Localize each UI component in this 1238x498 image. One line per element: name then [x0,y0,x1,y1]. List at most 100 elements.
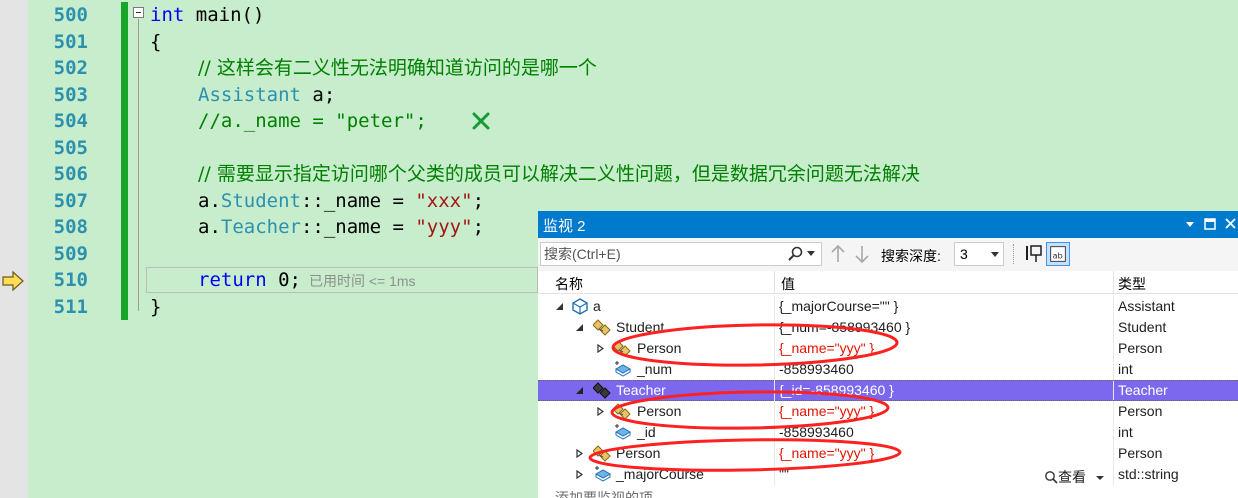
search-depth-label: 搜索深度: [881,248,941,264]
watch-row-type: Person [1118,445,1163,461]
code-text: ; [472,189,485,212]
watch-row-value[interactable]: {_name="yyy" } [779,445,874,461]
search-icon[interactable] [787,246,803,262]
code-text: } [150,295,162,318]
watch-row[interactable]: _id -858993460 int [538,422,1238,443]
watch-row-value[interactable]: {_id=-858993460 } [779,382,894,398]
watch-row-type: Student [1118,319,1167,335]
expand-arrow-icon[interactable] [596,344,605,353]
code-line[interactable]: } [150,294,161,321]
column-header-type[interactable]: 类型 [1118,274,1146,294]
field-icon [614,424,631,440]
watch-row-name: _id [637,424,656,440]
perf-tip[interactable]: 已用时间 <= 1ms [309,273,416,289]
watch-row[interactable]: Person {_name="yyy" } Person [538,338,1238,359]
code-line[interactable]: { [150,29,161,56]
line-number: 505 [53,136,88,159]
magnifier-icon [1045,471,1058,484]
watch-row-type: Person [1118,403,1163,419]
watch-row[interactable]: _majorCourse "" std::string [538,464,1238,485]
pin-icon[interactable] [1023,242,1045,266]
code-line[interactable]: // 需要显示指定访问哪个父类的成员可以解决二义性问题，但是数据冗余问题无法解决 [198,161,920,188]
code-line[interactable]: //a._name = "peter"; [198,108,427,135]
base-class-icon [593,319,611,336]
column-header-value[interactable]: 值 [781,274,795,294]
code-line[interactable]: Assistant a; [198,82,335,109]
code-line[interactable]: a.Teacher::_name = "yyy"; [198,214,484,241]
cell-divider [1113,296,1114,317]
expand-arrow-icon[interactable] [575,470,584,479]
code-line[interactable]: a.Student::_name = "xxx"; [198,188,484,215]
window-position-dropdown-icon[interactable] [1184,218,1196,230]
breakpoint-gutter[interactable] [0,0,28,498]
chevron-down-icon [991,252,999,257]
watch-window[interactable]: 监视 2 搜索深度: 3 ab 名称 值 类型 a {_majorC [538,211,1238,498]
add-watch-placeholder[interactable]: 添加要监视的项 [555,488,653,498]
column-headers: 名称 值 类型 [538,271,1238,294]
search-previous-icon[interactable] [829,244,847,264]
code-text: a. [198,189,221,212]
code-comment: //a._name = "peter"; [198,110,427,132]
search-next-icon[interactable] [853,244,871,264]
code-comment: // 这样会有二义性无法明确知道访问的是哪一个 [198,57,597,79]
watch-row[interactable]: _num -858993460 int [538,359,1238,380]
search-depth-select[interactable]: 3 [954,242,1004,266]
line-number: 508 [53,216,88,238]
error-x-icon [472,112,490,130]
watch-row-value[interactable]: {_majorCourse="" } [779,298,898,314]
view-label: 查看 [1058,469,1086,485]
watch-row[interactable]: a {_majorCourse="" } Assistant [538,296,1238,317]
hex-display-icon[interactable]: ab [1046,242,1070,266]
watch-row-name: Person [616,445,661,461]
watch-row-name: a [593,298,601,314]
chevron-down-icon[interactable] [807,251,815,257]
cell-divider [774,401,775,422]
watch-row-value[interactable]: {_name="yyy" } [779,403,874,419]
cell-divider [774,338,775,359]
code-line[interactable]: // 这样会有二义性无法明确知道访问的是哪一个 [198,55,597,82]
maximize-icon[interactable] [1204,218,1216,230]
collapse-arrow-icon[interactable] [575,323,584,332]
watch-row-type: std::string [1118,466,1179,482]
cell-divider [774,422,775,443]
collapse-outline-toggle[interactable] [133,7,144,18]
expand-arrow-icon[interactable] [575,449,584,458]
watch-row-value[interactable]: {_num=-858993460 } [779,319,910,335]
watch-row-value[interactable]: -858993460 [779,424,854,440]
keyword: int [150,4,185,26]
watch-row-value[interactable]: -858993460 [779,361,854,377]
watch-row-selected[interactable]: Teacher {_id=-858993460 } Teacher [538,380,1238,401]
code-line[interactable]: return 0; 已用时间 <= 1ms [198,267,416,295]
watch-title-bar[interactable]: 监视 2 [538,211,1238,238]
type-name: Assistant [198,83,301,106]
code-text: ; [472,216,485,238]
base-class-icon [613,340,631,357]
code-text: ::_name = [300,189,416,212]
cell-divider [1113,422,1114,443]
search-box[interactable] [540,242,822,266]
code-text: a; [300,83,336,106]
toolbar-separator [1013,244,1016,264]
field-icon [614,361,631,377]
column-header-name[interactable]: 名称 [555,274,583,294]
view-visualizer-button[interactable]: 查看 [1044,467,1105,487]
watch-row-name: Person [637,403,682,419]
search-input[interactable] [541,243,780,265]
watch-row-value[interactable]: {_name="yyy" } [779,340,874,356]
code-text: main() [184,4,265,26]
watch-row[interactable]: Person {_name="yyy" } Person [538,401,1238,422]
column-divider[interactable] [774,271,775,293]
column-divider[interactable] [1113,271,1114,293]
line-number: 502 [53,57,88,79]
watch-row-name: Teacher [616,382,666,398]
code-line[interactable]: int main() [150,2,264,29]
cell-divider [774,359,775,380]
watch-row-value[interactable]: "" [779,466,789,482]
collapse-arrow-icon[interactable] [575,386,584,395]
line-number: 503 [53,83,88,106]
watch-row[interactable]: Student {_num=-858993460 } Student [538,317,1238,338]
close-icon[interactable] [1224,217,1237,230]
expand-arrow-icon[interactable] [596,407,605,416]
watch-row[interactable]: Person {_name="yyy" } Person [538,443,1238,464]
collapse-arrow-icon[interactable] [555,302,564,311]
